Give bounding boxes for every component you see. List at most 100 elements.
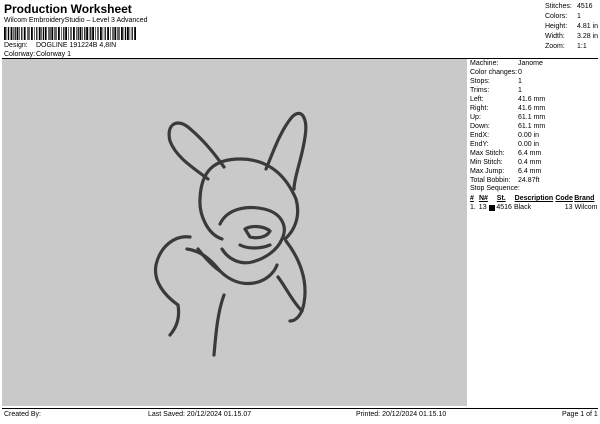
info-max-stitch: Max Stitch: 6.4 mm — [470, 149, 598, 158]
footer-last-saved: Last Saved: 20/12/2024 01.15.07 — [148, 411, 252, 418]
info-machine: Machine: Janome — [470, 59, 598, 68]
barcode-bar — [88, 27, 90, 40]
design-field: Design: DOGLINE 191224B 4,8IN — [4, 42, 116, 49]
info-value: 41.6 mm — [518, 105, 546, 112]
info-stops: Stops: 1 — [470, 77, 598, 86]
info-left: Left: 41.6 mm — [470, 95, 598, 104]
barcode-bar — [14, 27, 16, 40]
col-needle: N# — [478, 195, 488, 202]
info-label: EndX: — [470, 132, 490, 139]
info-value: 6.4 mm — [518, 150, 542, 157]
barcode-bar — [41, 27, 42, 40]
colorway-label: Colorway: — [4, 51, 36, 58]
barcode-bar — [117, 27, 118, 40]
barcode-bar — [86, 27, 88, 40]
barcode-bar — [107, 27, 109, 40]
machine-info-panel: Machine: Janome Color changes: 0 Stops: 1 T… — [470, 59, 598, 185]
barcode-bar — [16, 27, 19, 40]
barcode-bar — [125, 27, 127, 40]
footer-created-by: Created By: — [4, 411, 41, 418]
table-row: 1. 13 4516 Black 13 Wilcom — [470, 203, 598, 213]
stat-value: 4.81 in — [577, 23, 599, 30]
barcode-bar — [13, 27, 14, 40]
info-label: Color changes: — [470, 69, 518, 76]
software-subtitle: Wilcom EmbroideryStudio – Level 3 Advanc… — [4, 17, 148, 24]
stat-label: Colors: — [545, 13, 568, 20]
barcode-bar — [51, 27, 54, 40]
barcode-bar — [118, 27, 120, 40]
info-value: 1 — [518, 87, 522, 94]
page-title: Production Worksheet — [4, 2, 132, 16]
colorway-value: Colorway 1 — [36, 51, 72, 58]
row-stitches: 4516 — [496, 204, 512, 211]
stat-label: Stitches: — [545, 3, 572, 10]
stat-colors: Colors: 1 — [545, 12, 598, 22]
row-num: 1. — [470, 204, 476, 211]
stat-value: 3.28 in — [577, 33, 599, 40]
barcode-bar — [112, 27, 114, 40]
stat-value: 1 — [577, 13, 581, 20]
col-num: # — [470, 195, 474, 202]
info-value: 1 — [518, 78, 522, 85]
info-value: 61.1 mm — [518, 114, 546, 121]
dog-line-embroidery — [153, 111, 308, 357]
info-down: Down: 61.1 mm — [470, 122, 598, 131]
barcode-bar — [49, 27, 51, 40]
barcode-bar — [70, 27, 72, 40]
info-right: Right: 41.6 mm — [470, 104, 598, 113]
info-label: Stops: — [470, 78, 490, 85]
barcode-bar — [123, 27, 125, 40]
info-value: 6.4 mm — [518, 168, 542, 175]
info-value: 41.6 mm — [518, 96, 546, 103]
info-max-jump: Max Jump: 6.4 mm — [470, 167, 598, 176]
color-swatch-box — [488, 205, 495, 211]
col-brand: Brand — [574, 195, 595, 202]
stat-zoom: Zoom: 1:1 — [545, 42, 598, 52]
design-label: Design: — [4, 42, 28, 49]
barcode-bar — [42, 27, 44, 40]
info-trims: Trims: 1 — [470, 86, 598, 95]
barcode-bar — [114, 27, 117, 40]
barcode-bar — [84, 27, 86, 40]
stat-label: Width: — [545, 33, 565, 40]
info-value: Janome — [518, 60, 543, 67]
info-total-bobbin: Total Bobbin: 24.87ft — [470, 176, 598, 185]
info-label: Max Jump: — [470, 168, 505, 175]
barcode-bar — [134, 27, 136, 40]
barcode-bar — [76, 27, 77, 40]
barcode-bar — [36, 27, 38, 40]
info-label: Machine: — [470, 60, 499, 67]
color-swatch — [488, 203, 497, 213]
barcode-bar — [55, 27, 57, 40]
info-label: Down: — [470, 123, 490, 130]
row-needle: 13 — [478, 204, 487, 211]
stop-sequence-table: # N# St. Description Code Brand 1. 13 45… — [470, 194, 598, 213]
stop-sequence-header: # N# St. Description Code Brand — [470, 194, 598, 203]
info-endy: EndY: 0.00 in — [470, 140, 598, 149]
barcode-bar — [23, 27, 26, 40]
barcode-bar — [92, 27, 94, 40]
info-value: 0.4 mm — [518, 159, 542, 166]
stat-label: Height: — [545, 23, 568, 30]
info-label: EndY: — [470, 141, 489, 148]
info-label: Right: — [470, 105, 489, 112]
info-up: Up: 61.1 mm — [470, 113, 598, 122]
barcode-bar — [110, 27, 111, 40]
barcode-bar — [104, 27, 106, 40]
stat-label: Zoom: — [545, 43, 565, 50]
barcode-bar — [8, 27, 10, 40]
barcode-bar — [100, 27, 102, 40]
design-stats: Stitches: 4516 Colors: 1 Height: 4.81 in Wi… — [545, 2, 598, 52]
barcode-bar — [61, 27, 62, 40]
info-label: Max Stitch: — [470, 150, 505, 157]
stat-value: 4516 — [577, 3, 593, 10]
barcode-bar — [65, 27, 67, 40]
barcode-bar — [27, 27, 28, 40]
barcode-bar — [121, 27, 123, 40]
barcode-bar — [48, 27, 49, 40]
barcode-bar — [10, 27, 13, 40]
footer-page-number: Page 1 of 1 — [562, 411, 598, 418]
barcode-bar — [127, 27, 129, 40]
barcode-bar — [77, 27, 79, 40]
info-label: Min Stitch: — [470, 159, 503, 166]
